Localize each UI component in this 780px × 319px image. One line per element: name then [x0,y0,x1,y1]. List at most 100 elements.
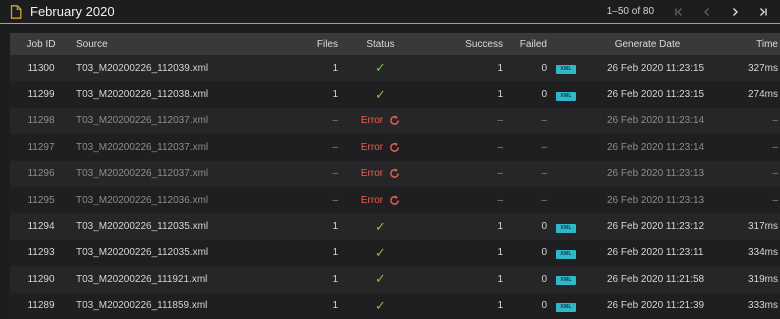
table-row[interactable]: 11296 T03_M20200226_112037.xml – Error –… [10,160,780,187]
cell-xml [547,161,585,187]
retry-icon[interactable] [389,142,400,153]
cell-xml: XML [547,266,585,292]
cell-status: Error [338,108,423,134]
cell-failed: 0 [541,62,547,74]
table-row[interactable]: 11297 T03_M20200226_112037.xml – Error –… [10,134,780,161]
xml-download-badge[interactable]: XML [556,223,576,233]
cell-generate-date: 26 Feb 2020 11:23:15 [607,62,705,74]
status-error: Error [361,142,400,153]
error-label: Error [360,115,384,127]
cell-job-id: 11294 [27,221,55,233]
xml-download-badge[interactable]: XML [556,276,576,286]
cell-status: ✓ [338,293,423,319]
xml-download-badge[interactable]: XML [556,249,576,259]
cell-success: 1 [497,89,503,101]
table-row[interactable]: 11298 T03_M20200226_112037.xml – Error –… [10,107,780,135]
cell-status: Error [338,187,423,213]
col-failed[interactable]: Failed [503,33,547,55]
cell-files: 1 [332,247,338,259]
title-group: February 2020 [10,4,115,19]
last-page-button[interactable] [756,5,770,19]
cell-job-id: 11289 [27,300,55,312]
cell-failed: – [541,141,547,153]
cell-status: ✓ [338,240,423,266]
cell-xml: XML [547,55,585,81]
cell-source: T03_M20200226_112039.xml [76,62,209,74]
col-generate-date[interactable]: Generate Date [585,33,710,55]
error-label: Error [360,141,384,153]
last-page-icon [760,7,767,16]
cell-failed: – [541,194,547,206]
cell-time: 317ms [747,221,778,233]
page-header: February 2020 1–50 of 80 [0,0,780,24]
cell-success: 1 [497,247,503,259]
cell-failed: 0 [541,89,547,101]
table-row[interactable]: 11300 T03_M20200226_112039.xml 1 ✓ 1 0 X… [10,55,780,82]
cell-job-id: 11293 [27,247,55,259]
cell-xml [547,134,585,160]
xml-download-badge[interactable]: XML [556,302,576,312]
table-row[interactable]: 11290 T03_M20200226_111921.xml 1 ✓ 1 0 X… [10,266,780,293]
cell-files: 1 [332,221,338,233]
cell-job-id: 11300 [27,62,55,74]
cell-xml [547,108,585,134]
retry-icon[interactable] [389,168,400,179]
cell-success: 1 [497,273,503,285]
cell-generate-date: 26 Feb 2020 11:23:12 [607,221,705,233]
cell-time: 327ms [747,62,778,74]
next-page-button[interactable] [728,5,742,19]
first-page-button[interactable] [672,5,686,19]
cell-time: 274ms [747,89,778,101]
error-label: Error [360,194,384,206]
cell-success: 1 [497,62,503,74]
cell-source: T03_M20200226_112035.xml [76,221,209,233]
cell-job-id: 11296 [27,168,55,180]
cell-status: ✓ [338,213,423,239]
col-status[interactable]: Status [338,33,423,55]
first-page-icon [675,7,682,16]
cell-files: – [332,115,338,127]
check-icon: ✓ [375,60,386,76]
error-label: Error [360,168,384,180]
cell-success: – [497,168,503,180]
cell-time: – [772,141,778,153]
col-time[interactable]: Time [710,33,780,55]
table-row[interactable]: 11289 T03_M20200226_111859.xml 1 ✓ 1 0 X… [10,292,780,319]
cell-time: 319ms [747,273,778,285]
cell-source: T03_M20200226_112038.xml [76,89,209,101]
cell-status: ✓ [338,266,423,292]
col-success[interactable]: Success [423,33,503,55]
check-icon: ✓ [375,218,386,234]
table-row[interactable]: 11294 T03_M20200226_112035.xml 1 ✓ 1 0 X… [10,213,780,240]
cell-generate-date: 26 Feb 2020 11:23:14 [607,141,705,153]
table-row[interactable]: 11293 T03_M20200226_112035.xml 1 ✓ 1 0 X… [10,239,780,267]
cell-generate-date: 26 Feb 2020 11:23:11 [607,247,704,259]
table-row[interactable]: 11295 T03_M20200226_112036.xml – Error –… [10,186,780,214]
prev-page-button[interactable] [700,5,714,19]
col-xml [547,33,585,55]
cell-status: Error [338,134,423,160]
col-job-id[interactable]: Job ID [10,33,72,55]
cell-source: T03_M20200226_112037.xml [76,168,209,180]
status-error: Error [361,195,400,206]
xml-download-badge[interactable]: XML [556,65,576,75]
cell-job-id: 11299 [27,89,55,101]
cell-generate-date: 26 Feb 2020 11:23:15 [607,89,705,101]
cell-status: ✓ [338,81,423,107]
cell-generate-date: 26 Feb 2020 11:23:13 [607,168,705,180]
cell-source: T03_M20200226_112035.xml [76,247,209,259]
table-row[interactable]: 11299 T03_M20200226_112038.xml 1 ✓ 1 0 X… [10,81,780,108]
xml-download-badge[interactable]: XML [556,91,576,101]
cell-generate-date: 26 Feb 2020 11:23:13 [607,194,705,206]
cell-xml: XML [547,293,585,319]
status-error: Error [361,168,400,179]
cell-source: T03_M20200226_112036.xml [76,194,209,206]
jobs-table: Job ID Source Files Status Success Faile… [10,33,780,319]
cell-success: – [497,141,503,153]
retry-icon[interactable] [389,115,400,126]
cell-files: 1 [332,273,338,285]
col-files[interactable]: Files [294,33,338,55]
cell-failed: 0 [541,300,547,312]
col-source[interactable]: Source [72,33,294,55]
retry-icon[interactable] [389,195,400,206]
